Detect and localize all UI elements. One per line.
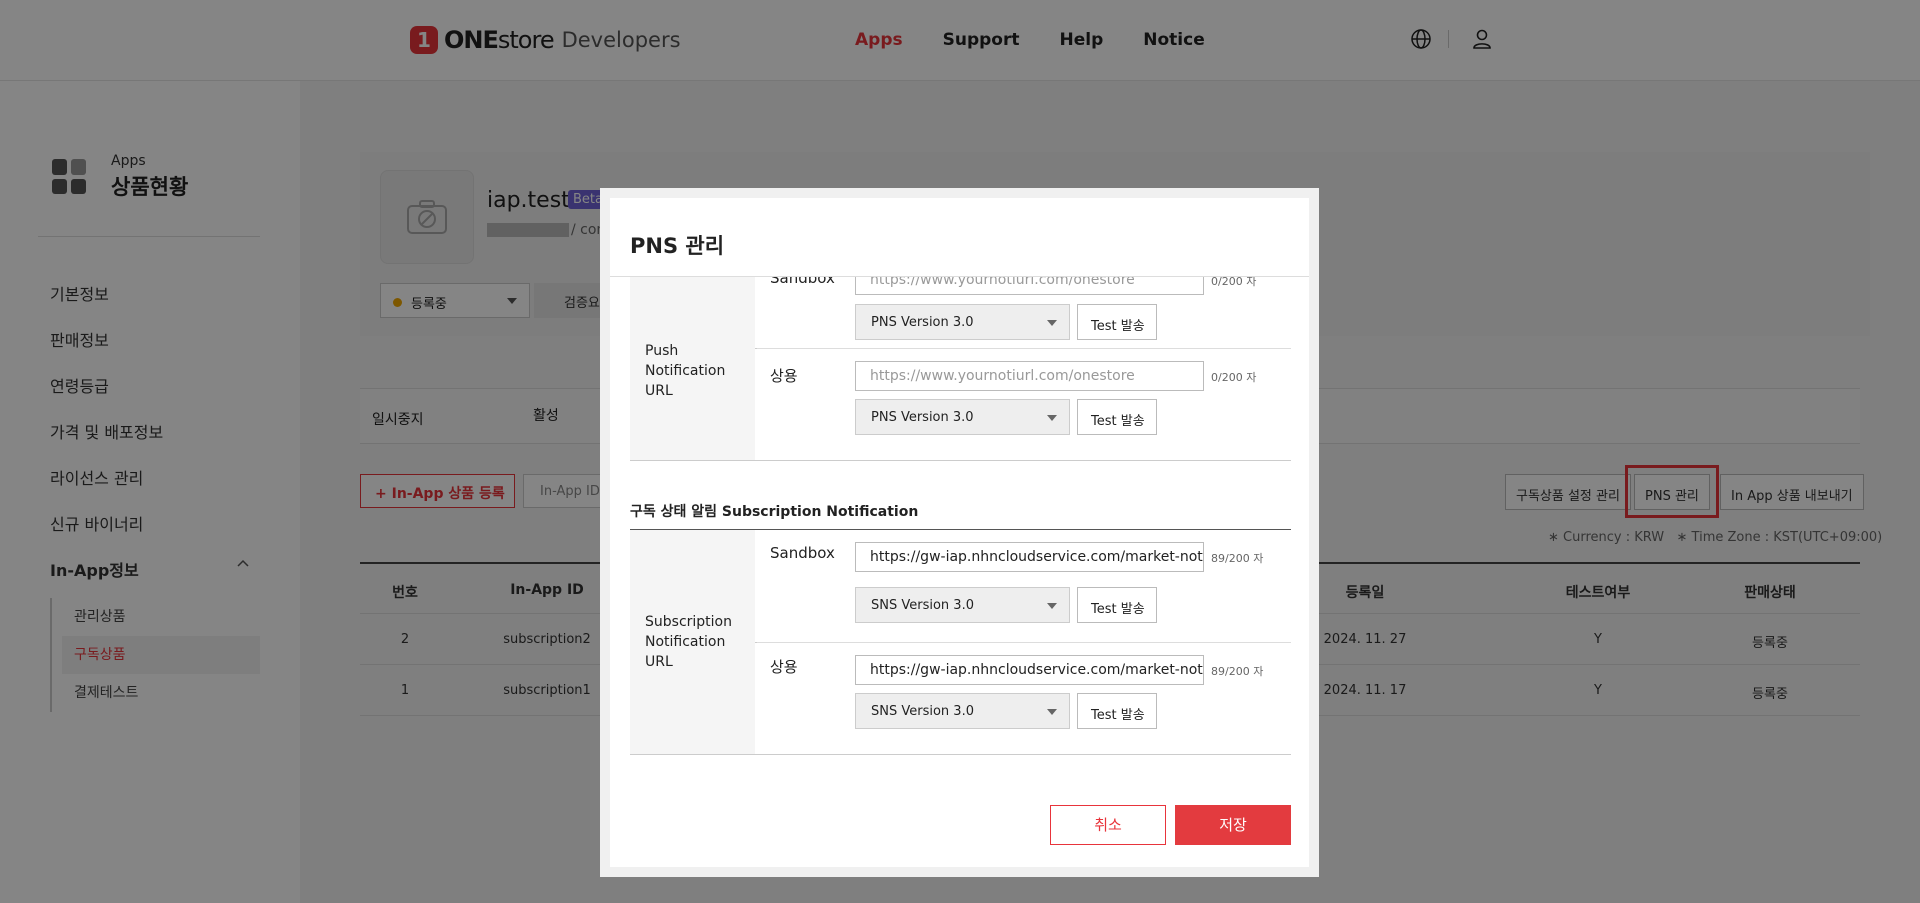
sub-section-bottom: [630, 754, 1291, 755]
caret-down-icon: [1047, 320, 1057, 326]
modal-scroll-body[interactable]: Push Notification URL Sandbox https://ww…: [630, 277, 1291, 762]
caret-down-icon: [1047, 415, 1057, 421]
sub-prod-test-button[interactable]: Test 발송: [1077, 693, 1157, 729]
push-sandbox-test-button[interactable]: Test 발송: [1077, 304, 1157, 340]
sub-sandbox-label: Sandbox: [770, 544, 835, 562]
push-prod-label: 상용: [770, 367, 798, 385]
push-section-label-cell: Push Notification URL: [630, 277, 755, 460]
sub-sandbox-test-button[interactable]: Test 발송: [1077, 587, 1157, 623]
sub-section-label: Subscription Notification URL: [645, 614, 732, 670]
push-prod-test-button[interactable]: Test 발송: [1077, 399, 1157, 435]
sub-prod-version-value: SNS Version 3.0: [871, 704, 974, 719]
pns-modal: PNS 관리 Push Notification URL Sandbox htt…: [600, 188, 1319, 877]
sub-sandbox-char-count: 89/200 자: [1211, 552, 1264, 565]
push-sandbox-version-value: PNS Version 3.0: [871, 315, 974, 330]
push-section-label: Push Notification URL: [645, 343, 726, 399]
push-notification-section: Push Notification URL Sandbox https://ww…: [630, 277, 1291, 461]
sub-prod-row: 상용 https://gw-iap.nhncloudservice.com/ma…: [755, 643, 1291, 754]
subscription-section-title: 구독 상태 알림 Subscription Notification: [630, 504, 919, 520]
cancel-button[interactable]: 취소: [1050, 805, 1166, 845]
sub-prod-url-input[interactable]: https://gw-iap.nhncloudservice.com/marke…: [855, 655, 1204, 685]
sub-prod-char-count: 89/200 자: [1211, 665, 1264, 678]
push-prod-row: 상용 https://www.yournotiurl.com/onestore …: [755, 349, 1291, 460]
sub-sandbox-row: Sandbox https://gw-iap.nhncloudservice.c…: [755, 530, 1291, 642]
sub-sandbox-version-value: SNS Version 3.0: [871, 598, 974, 613]
push-sandbox-version-select[interactable]: PNS Version 3.0: [855, 304, 1070, 340]
push-prod-char-count: 0/200 자: [1211, 371, 1257, 384]
caret-down-icon: [1047, 709, 1057, 715]
sub-sandbox-version-select[interactable]: SNS Version 3.0: [855, 587, 1070, 623]
push-prod-version-select[interactable]: PNS Version 3.0: [855, 399, 1070, 435]
push-sandbox-url-input[interactable]: https://www.yournotiurl.com/onestore: [855, 277, 1204, 295]
caret-down-icon: [1047, 603, 1057, 609]
push-prod-version-value: PNS Version 3.0: [871, 410, 974, 425]
push-sandbox-row: Sandbox https://www.yournotiurl.com/ones…: [755, 277, 1291, 347]
push-prod-url-input[interactable]: https://www.yournotiurl.com/onestore: [855, 361, 1204, 391]
save-button[interactable]: 저장: [1175, 805, 1291, 845]
subscription-notification-section: Subscription Notification URL Sandbox ht…: [630, 530, 1291, 755]
sub-prod-label: 상용: [770, 658, 798, 676]
sub-prod-version-select[interactable]: SNS Version 3.0: [855, 693, 1070, 729]
sub-sandbox-url-input[interactable]: https://gw-iap.nhncloudservice.com/marke…: [855, 542, 1204, 572]
sub-section-label-cell: Subscription Notification URL: [630, 530, 755, 754]
push-sandbox-char-count: 0/200 자: [1211, 277, 1257, 288]
push-sandbox-label: Sandbox: [770, 277, 835, 287]
push-section-bottom: [630, 460, 1291, 461]
modal-title: PNS 관리: [630, 234, 725, 258]
